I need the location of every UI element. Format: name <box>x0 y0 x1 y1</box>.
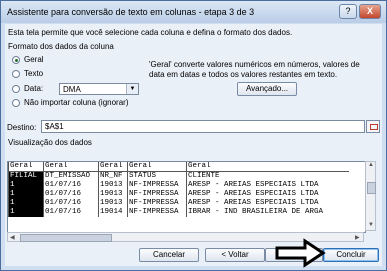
preview-cell: NF-IMPRESSA <box>127 208 187 217</box>
preview-cell: ARESP - AREIAS ESPECIAIS LTDA <box>186 199 349 208</box>
preview-header-cell[interactable]: Geral <box>98 162 128 172</box>
preview-label: Visualização dos dados <box>8 138 92 147</box>
collapse-dialog-icon[interactable] <box>366 120 380 133</box>
finish-button[interactable]: Concluir <box>323 248 379 262</box>
preview-cell: 01/07/16 <box>43 190 99 199</box>
preview-header-cell[interactable]: Geral <box>127 162 187 172</box>
preview-cell: NF-IMPRESSA <box>127 181 187 190</box>
radio-general-label: Geral <box>24 55 44 64</box>
date-format-select[interactable]: DMA ▼ <box>59 83 139 95</box>
preview-header-cell[interactable]: Geral <box>186 162 349 172</box>
preview-cell: DT_EMISSAO <box>43 171 99 181</box>
dialog-title: Assistente para conversão de texto em co… <box>7 7 255 17</box>
preview-header-cell[interactable]: Geral <box>43 162 99 172</box>
preview-cell: FILIAL <box>8 171 44 181</box>
preview-cell: STATUS <box>127 171 187 181</box>
table-row: 1 01/07/16 19013 NF-IMPRESSA ARESP - ARE… <box>8 181 349 190</box>
radio-text[interactable]: Texto <box>12 69 43 78</box>
radio-date-dot[interactable] <box>12 84 20 93</box>
destination-label: Destino: <box>7 123 37 132</box>
radio-skip-column[interactable]: Não importar coluna (ignorar) <box>12 98 129 107</box>
chevron-down-icon[interactable]: ▼ <box>126 84 138 94</box>
radio-skip-column-label: Não importar coluna (ignorar) <box>24 98 129 107</box>
table-row: FILIAL DT_EMISSAO NR_NF STATUS CLIENTE <box>8 171 349 181</box>
dialog-body: Esta tela permite que você selecione cad… <box>5 24 382 266</box>
radio-general[interactable]: Geral <box>12 55 44 64</box>
radio-text-dot[interactable] <box>12 69 20 78</box>
help-button[interactable]: ? <box>339 4 357 19</box>
instructions-text: Esta tela permite que você selecione cad… <box>8 28 293 37</box>
preview-cell: 19013 <box>98 190 128 199</box>
preview-table: Geral Geral Geral Geral Geral FILIAL DT_… <box>8 162 349 217</box>
radio-date-label: Data: <box>24 84 44 93</box>
back-button[interactable]: < Voltar <box>205 248 265 262</box>
horizontal-scroll-thumb[interactable] <box>20 234 112 242</box>
preview-header-cell[interactable]: Geral <box>8 162 44 172</box>
preview-cell: 01/07/16 <box>43 181 99 190</box>
radio-general-dot[interactable] <box>12 55 20 64</box>
arrow-annotation-icon <box>275 238 326 268</box>
vertical-scroll-thumb[interactable] <box>367 182 376 194</box>
data-preview[interactable]: Geral Geral Geral Geral Geral FILIAL DT_… <box>7 161 366 233</box>
scroll-left-icon[interactable]: ◀ <box>10 234 15 241</box>
preview-cell: IBRAR - IND BRASILEIRA DE ARGA <box>186 208 349 217</box>
scroll-down-icon[interactable]: ▼ <box>368 222 374 228</box>
radio-skip-column-dot[interactable] <box>12 98 20 107</box>
preview-cell: 01/07/16 <box>43 208 99 217</box>
preview-cell: 1 <box>8 190 44 199</box>
preview-cell: NF-IMPRESSA <box>127 199 187 208</box>
radio-text-label: Texto <box>24 69 44 78</box>
preview-cell: NF-IMPRESSA <box>127 190 187 199</box>
close-button[interactable]: X <box>359 4 381 19</box>
preview-cell: ARESP - AREIAS ESPECIAIS LTDA <box>186 190 349 199</box>
scroll-up-icon[interactable]: ▲ <box>368 162 374 168</box>
preview-cell: 19013 <box>98 181 128 190</box>
destination-input[interactable]: $A$1 <box>41 120 365 133</box>
title-bar[interactable]: Assistente para conversão de texto em co… <box>1 1 386 23</box>
vertical-scrollbar[interactable]: ▲ ▼ <box>365 161 376 231</box>
scroll-right-icon[interactable]: ▶ <box>355 234 360 241</box>
table-row: 1 01/07/16 19013 NF-IMPRESSA ARESP - ARE… <box>8 199 349 208</box>
preview-cell: CLIENTE <box>186 171 349 181</box>
preview-cell: 01/07/16 <box>43 199 99 208</box>
preview-cell: NR_NF <box>98 171 128 181</box>
preview-cell: 1 <box>8 199 44 208</box>
preview-header-row: Geral Geral Geral Geral Geral <box>8 162 349 172</box>
column-format-title: Formato dos dados da coluna <box>8 42 114 51</box>
date-format-value: DMA <box>63 85 81 94</box>
preview-cell: ARESP - AREIAS ESPECIAIS LTDA <box>186 181 349 190</box>
format-info-text: 'Geral' converte valores numéricos em nú… <box>149 60 360 79</box>
cancel-button[interactable]: Cancelar <box>139 248 199 262</box>
preview-cell: 1 <box>8 208 44 217</box>
preview-cell: 19014 <box>98 208 128 217</box>
preview-cell: 1 <box>8 181 44 190</box>
table-row: 1 01/07/16 19014 NF-IMPRESSA IBRAR - IND… <box>8 208 349 217</box>
advanced-button[interactable]: Avançado... <box>237 82 297 96</box>
table-row: 1 01/07/16 19013 NF-IMPRESSA ARESP - ARE… <box>8 190 349 199</box>
preview-cell: 19013 <box>98 199 128 208</box>
radio-date[interactable]: Data: <box>12 84 43 93</box>
wizard-dialog: Assistente para conversão de texto em co… <box>0 0 387 271</box>
